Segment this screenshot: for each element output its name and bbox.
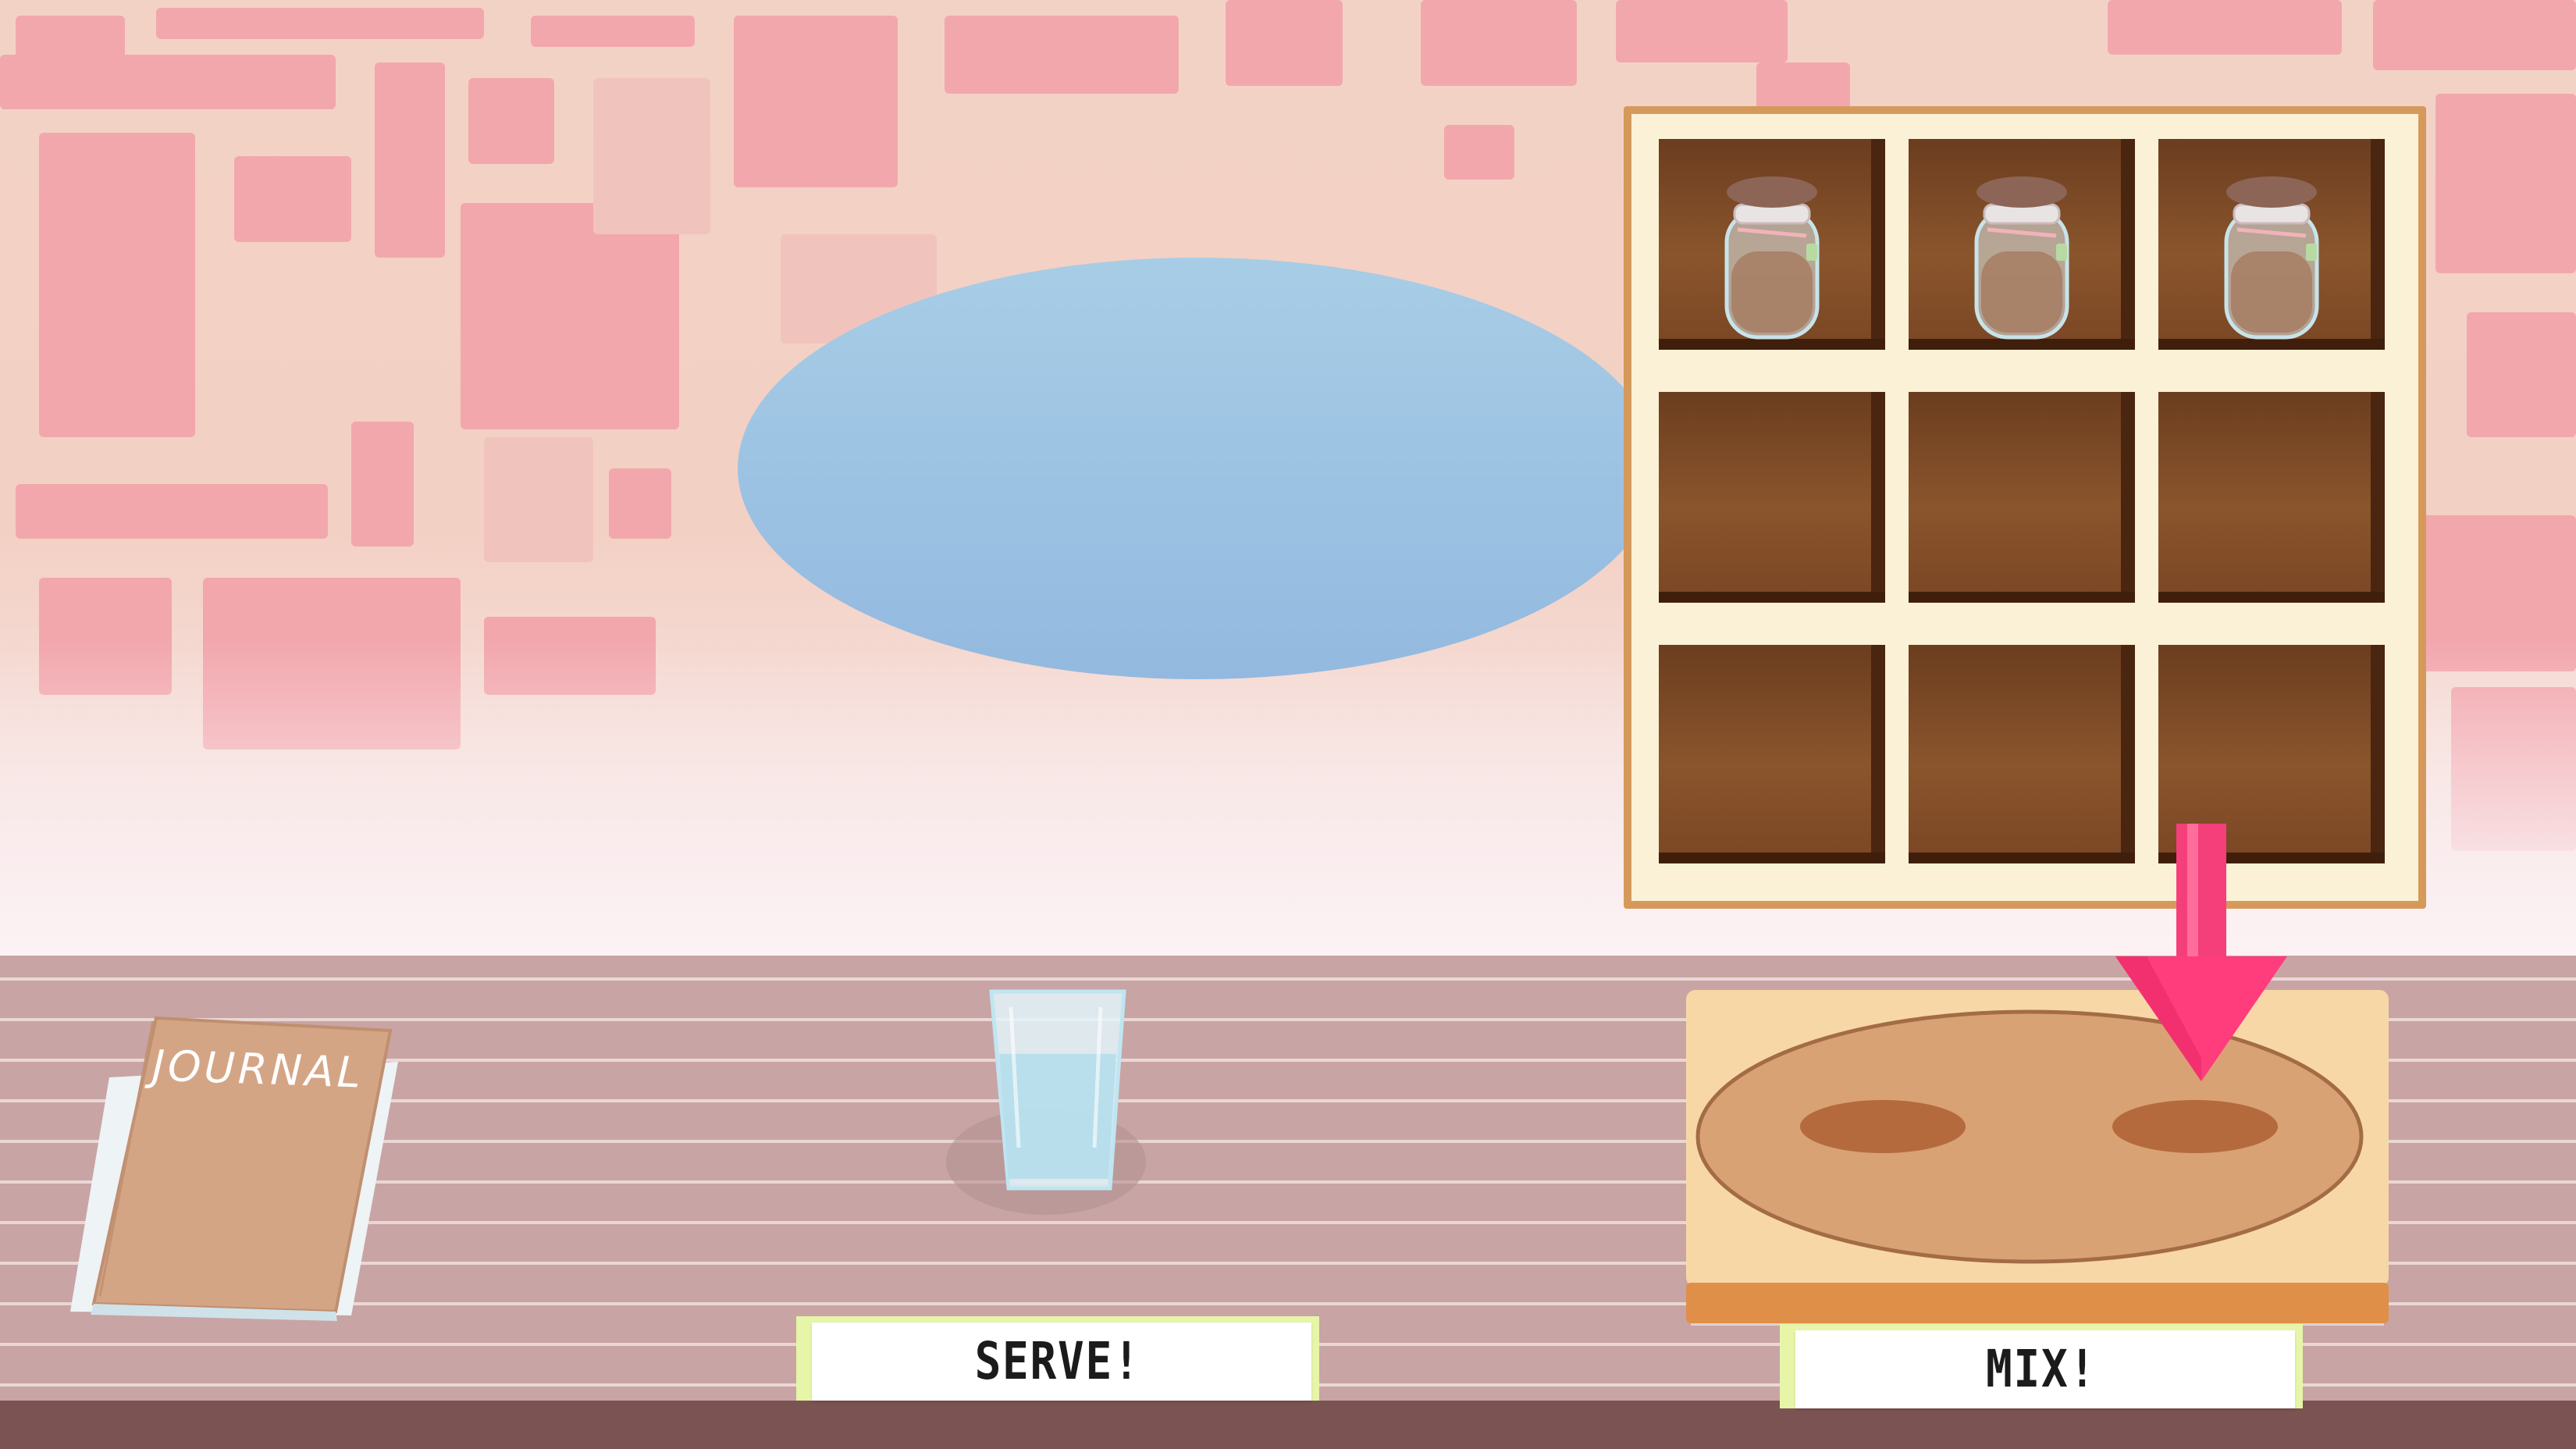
journal-book[interactable]: JOURNAL bbox=[62, 1015, 414, 1323]
window-oval bbox=[738, 258, 1659, 679]
journal-title: JOURNAL bbox=[151, 1041, 365, 1098]
mix-button-label: MIX! bbox=[1986, 1339, 2097, 1399]
shelf-slot-5[interactable] bbox=[1909, 392, 2135, 603]
serve-button-label: SERVE! bbox=[974, 1331, 1141, 1391]
hint-arrow-icon bbox=[2115, 824, 2287, 1081]
game-scene: JOURNAL SERVE! MIX! bbox=[0, 0, 2576, 1449]
serve-button[interactable]: SERVE! bbox=[796, 1316, 1319, 1406]
shelf-slot-8[interactable] bbox=[1909, 645, 2135, 863]
ingredient-jar-2[interactable] bbox=[1959, 173, 2084, 345]
ingredient-jar-1[interactable] bbox=[1710, 173, 1834, 345]
water-glass[interactable] bbox=[937, 984, 1155, 1234]
shelf-slot-7[interactable] bbox=[1659, 645, 1885, 863]
ingredient-jar-3[interactable] bbox=[2209, 173, 2334, 345]
shelf-slot-4[interactable] bbox=[1659, 392, 1885, 603]
mix-button[interactable]: MIX! bbox=[1780, 1324, 2303, 1414]
shelf-slot-6[interactable] bbox=[2158, 392, 2385, 603]
